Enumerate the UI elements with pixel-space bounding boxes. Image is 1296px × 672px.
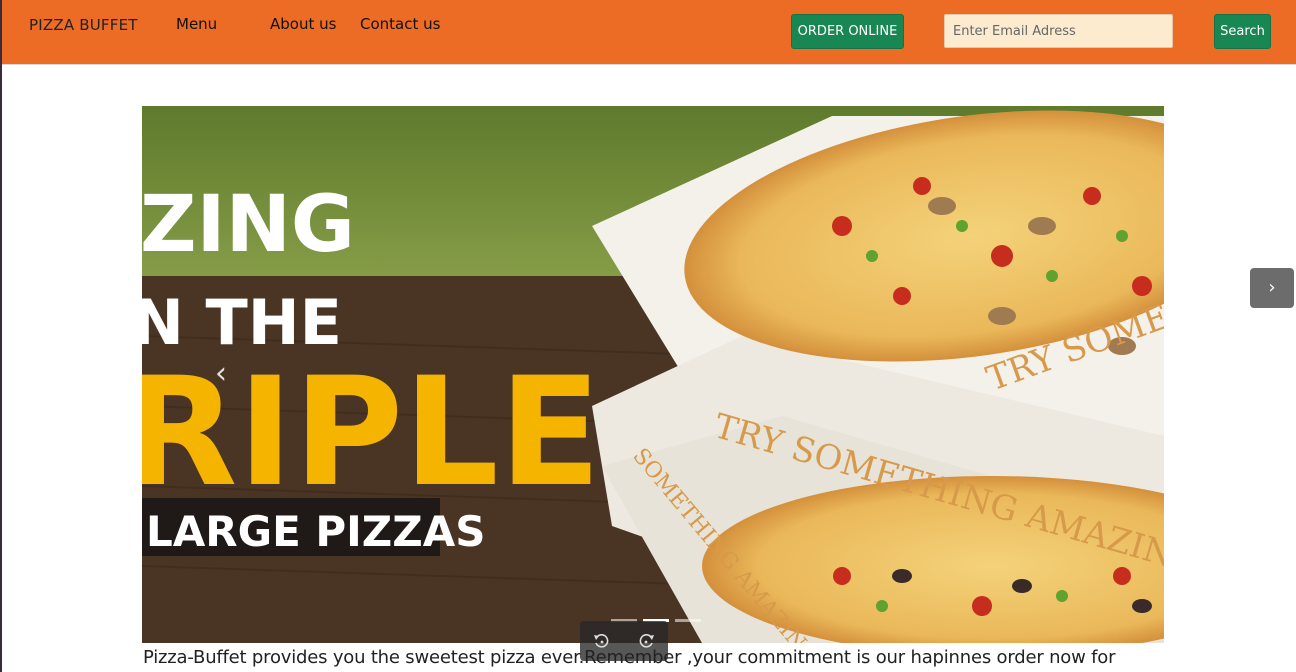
nav-link-contact[interactable]: Contact us [360,15,440,33]
email-input[interactable] [944,14,1173,48]
carousel-indicator-3[interactable] [675,619,701,622]
hero-carousel: TRY SOMETHI TRY SOMETHING AMAZING SOMETH… [142,106,1164,643]
slide-headline-1: ZING [142,180,355,270]
nav-link-menu[interactable]: Menu [176,15,217,33]
search-button[interactable]: Search [1214,14,1271,49]
brand-logo[interactable]: PIZZA BUFFET [29,16,138,34]
carousel-next-icon[interactable]: › [1250,268,1294,308]
tagline-text: Pizza-Buffet provides you the sweetest p… [143,647,1116,668]
top-navbar: PIZZA BUFFET Menu About us Contact us OR… [2,0,1296,65]
hero-slide-image: TRY SOMETHI TRY SOMETHING AMAZING SOMETH… [142,106,1164,643]
order-online-button[interactable]: ORDER ONLINE [791,14,904,49]
carousel-prev-icon[interactable]: ‹ [208,356,234,392]
nav-link-about[interactable]: About us [270,15,336,33]
slide-headline-4: LARGE PIZZAS [146,507,485,556]
